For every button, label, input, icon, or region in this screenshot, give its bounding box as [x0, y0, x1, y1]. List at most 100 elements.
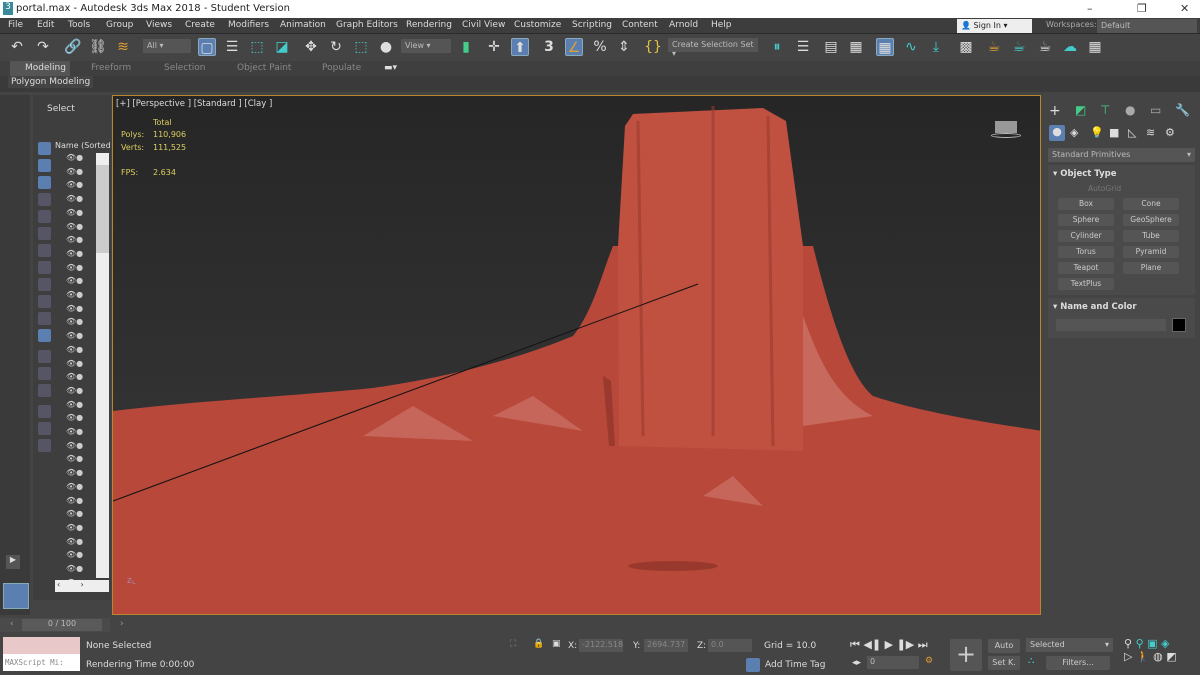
- visibility-eye-icon[interactable]: 👁: [66, 331, 76, 340]
- freeze-icon[interactable]: ●: [76, 386, 83, 395]
- visibility-eye-icon[interactable]: 👁: [66, 413, 76, 422]
- visibility-eye-icon[interactable]: 👁: [66, 153, 76, 162]
- freeze-icon[interactable]: ●: [76, 372, 83, 381]
- material-editor-icon[interactable]: ▩: [957, 38, 975, 56]
- menu-civil-view[interactable]: Civil View: [462, 20, 505, 30]
- visibility-eye-icon[interactable]: 👁: [66, 537, 76, 546]
- viewport-layout-icon[interactable]: [3, 583, 29, 609]
- placement-icon[interactable]: ●: [377, 38, 395, 56]
- list-item[interactable]: 👁●: [66, 222, 96, 234]
- find-icon[interactable]: [38, 422, 51, 435]
- key-filter-dropdown[interactable]: Selected ▾: [1026, 638, 1113, 652]
- a360-gallery-icon[interactable]: ▦: [1086, 38, 1104, 56]
- freeze-icon[interactable]: ●: [76, 496, 83, 505]
- add-time-tag-button[interactable]: Add Time Tag: [765, 660, 825, 670]
- zoom-extents-all-icon[interactable]: ◈: [1161, 637, 1169, 650]
- link-icon[interactable]: 🔗: [64, 38, 82, 56]
- visibility-eye-icon[interactable]: 👁: [66, 523, 76, 532]
- visibility-eye-icon[interactable]: 👁: [66, 290, 76, 299]
- visibility-eye-icon[interactable]: 👁: [66, 468, 76, 477]
- redo-icon[interactable]: ↷: [34, 38, 52, 56]
- visibility-eye-icon[interactable]: 👁: [66, 304, 76, 313]
- close-button[interactable]: ✕: [1180, 2, 1189, 15]
- keyboard-shortcut-override-icon[interactable]: ⬆: [511, 38, 529, 56]
- list-item[interactable]: 👁●: [66, 550, 96, 562]
- menu-animation[interactable]: Animation: [280, 20, 326, 30]
- maxscript-mini-listener[interactable]: MAXScript Mi:: [3, 654, 80, 671]
- tab-selection[interactable]: Selection: [164, 63, 205, 73]
- systems-icon[interactable]: ⚙: [1165, 126, 1175, 139]
- list-item[interactable]: 👁●: [66, 509, 96, 521]
- visibility-eye-icon[interactable]: 👁: [66, 263, 76, 272]
- freeze-icon[interactable]: ●: [76, 359, 83, 368]
- display-helpers-icon[interactable]: [38, 210, 51, 223]
- play-icon[interactable]: ▶: [885, 638, 893, 651]
- geometry-icon[interactable]: ●: [1049, 125, 1065, 141]
- visibility-eye-icon[interactable]: 👁: [66, 345, 76, 354]
- previous-frame-icon[interactable]: ◀❚: [863, 638, 881, 651]
- list-item[interactable]: 👁●: [66, 454, 96, 466]
- freeze-icon[interactable]: ●: [76, 537, 83, 546]
- key-tangent-icon[interactable]: ⛬: [1028, 656, 1034, 666]
- freeze-icon[interactable]: ●: [76, 317, 83, 326]
- next-frame-icon[interactable]: ›: [120, 619, 124, 629]
- list-item[interactable]: 👁●: [66, 372, 96, 384]
- maxscript-listener-input[interactable]: [3, 637, 80, 654]
- list-item[interactable]: 👁●: [66, 496, 96, 508]
- display-geometry-icon[interactable]: [38, 142, 51, 155]
- freeze-icon[interactable]: ●: [76, 208, 83, 217]
- list-item[interactable]: 👁●: [66, 468, 96, 480]
- list-item[interactable]: 👁●: [66, 413, 96, 425]
- select-by-name-icon[interactable]: ☰: [223, 38, 241, 56]
- curve-editor-icon[interactable]: ∿: [902, 38, 920, 56]
- cylinder-button[interactable]: Cylinder: [1058, 230, 1114, 242]
- name-and-color-header[interactable]: ▾ Name and Color: [1053, 302, 1137, 312]
- display-xrefs-icon[interactable]: [38, 261, 51, 274]
- menu-scripting[interactable]: Scripting: [572, 20, 612, 30]
- category-dropdown[interactable]: Standard Primitives ▾: [1048, 148, 1195, 162]
- freeze-icon[interactable]: ●: [76, 276, 83, 285]
- freeze-icon[interactable]: ●: [76, 263, 83, 272]
- maximize-viewport-icon[interactable]: ◩: [1166, 650, 1176, 663]
- menu-rendering[interactable]: Rendering: [406, 20, 452, 30]
- menu-content[interactable]: Content: [622, 20, 658, 30]
- align-icon[interactable]: ☰: [794, 38, 812, 56]
- current-frame-spinner[interactable]: 0: [867, 656, 919, 669]
- freeze-icon[interactable]: ●: [76, 290, 83, 299]
- auto-key-button[interactable]: Auto: [988, 639, 1020, 653]
- visibility-eye-icon[interactable]: 👁: [66, 222, 76, 231]
- list-item[interactable]: 👁●: [66, 235, 96, 247]
- freeze-icon[interactable]: ●: [76, 550, 83, 559]
- minimize-button[interactable]: –: [1087, 2, 1093, 15]
- freeze-icon[interactable]: ●: [76, 180, 83, 189]
- toggle-ribbon-icon[interactable]: ▦: [876, 38, 894, 56]
- rotate-icon[interactable]: ↻: [327, 38, 345, 56]
- render-setup-icon[interactable]: ☕: [985, 38, 1003, 56]
- menu-create[interactable]: Create: [185, 20, 215, 30]
- freeze-icon[interactable]: ●: [76, 482, 83, 491]
- time-configuration-icon[interactable]: ⚙: [925, 656, 933, 666]
- box-button[interactable]: Box: [1058, 198, 1114, 210]
- space-warps-icon[interactable]: ≋: [1146, 126, 1155, 139]
- rectangular-selection-icon[interactable]: ⬚: [248, 38, 266, 56]
- geosphere-button[interactable]: GeoSphere: [1123, 214, 1179, 226]
- freeze-icon[interactable]: ●: [76, 564, 83, 573]
- invert-display-icon[interactable]: [38, 384, 51, 397]
- display-all-icon[interactable]: [38, 350, 51, 363]
- visibility-eye-icon[interactable]: 👁: [66, 249, 76, 258]
- edit-named-selection-icon[interactable]: {}: [644, 38, 662, 56]
- reference-coordinate-dropdown[interactable]: View ▾: [401, 39, 451, 53]
- polygon-modeling-panel[interactable]: Polygon Modeling: [8, 76, 94, 88]
- viewcube-icon[interactable]: [991, 121, 1021, 141]
- angle-snap-icon[interactable]: ∠: [565, 38, 583, 56]
- schematic-view-icon[interactable]: ⤓: [927, 38, 945, 56]
- freeze-icon[interactable]: ●: [76, 400, 83, 409]
- render-production-icon[interactable]: ☕: [1036, 38, 1054, 56]
- visibility-eye-icon[interactable]: 👁: [66, 496, 76, 505]
- tube-button[interactable]: Tube: [1123, 230, 1179, 242]
- display-containers-icon[interactable]: [38, 295, 51, 308]
- visibility-eye-icon[interactable]: 👁: [66, 180, 76, 189]
- list-item[interactable]: 👁●: [66, 345, 96, 357]
- visibility-eye-icon[interactable]: 👁: [66, 400, 76, 409]
- visibility-eye-icon[interactable]: 👁: [66, 167, 76, 176]
